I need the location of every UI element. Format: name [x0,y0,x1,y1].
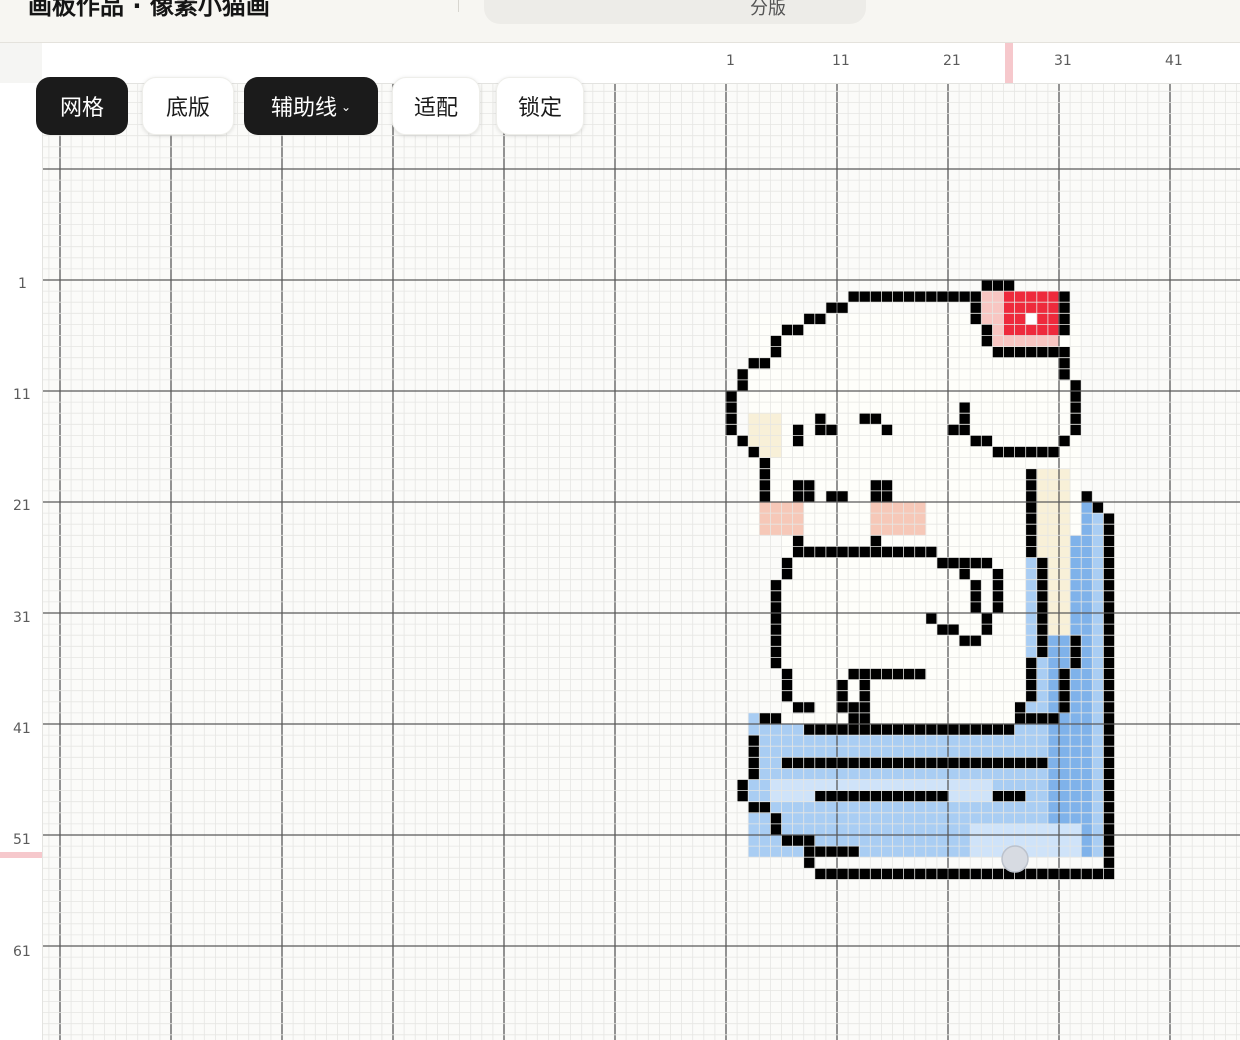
ruler-top-tick: 1 [726,53,735,69]
outline [936,557,993,569]
outline [981,280,1015,292]
ruler-left-tick: 21 [13,498,31,514]
outline [1059,346,1071,381]
outline [992,790,1026,802]
guides-label: 辅助线 [270,96,337,121]
ruler-left-tick: 31 [13,610,31,626]
outline [781,835,816,847]
outline [1070,379,1082,436]
ruler-top-tick: 31 [1054,53,1072,69]
outline [1081,490,1093,503]
mouth [870,535,882,547]
top-bar: 画板作品 · 像素小猫画 分版 [0,0,1240,43]
ruler-left-tick: 1 [18,276,27,292]
base-layer-label: 底版 [165,96,210,121]
grid-toggle-label: 网格 [59,96,104,121]
ruler-left-tick: 41 [13,721,31,737]
outline [925,613,938,625]
ruler-left: 1 11 21 31 41 51 61 [0,83,43,1040]
ruler-top-tick: 11 [832,53,850,69]
outline [970,291,982,303]
eyebrow [881,424,893,436]
ruler-top-tick: 21 [943,53,961,69]
guides-dropdown-button[interactable]: 辅助线 ⌄ [244,77,378,135]
pixel-canvas-svg[interactable] [43,84,1240,1040]
outline [837,679,849,714]
ruler-left-tick: 61 [13,944,31,960]
outline [781,668,793,703]
outline [1070,635,1082,669]
lock-button[interactable]: 锁定 [496,77,584,135]
ruler-corner [0,43,43,84]
outline [970,579,982,614]
ruler-left-tick: 11 [13,387,31,403]
outline [1059,435,1071,447]
eyebrow [814,413,827,425]
ruler-cursor-marker [1005,43,1013,83]
chevron-down-icon: ⌄ [340,100,352,114]
outline [959,568,971,580]
outline [1036,557,1049,658]
app-title: 画板作品 · 像素小猫画 [28,0,270,20]
heart-highlight [1025,313,1038,325]
grid-toggle-button[interactable]: 网格 [36,77,128,135]
view-segmented-control[interactable]: 分版 [484,0,866,24]
base-layer-button[interactable]: 底版 [142,77,234,135]
lock-label: 锁定 [517,96,562,121]
title-separator [458,0,459,12]
outline [803,724,1015,736]
ruler-left-tick: 51 [13,832,31,848]
outline [803,846,860,858]
fit-label: 适配 [413,96,458,121]
pixel-canvas[interactable] [43,84,1240,1040]
outline [1092,502,1104,514]
ruler-top-tick: 41 [1165,53,1183,69]
outline [737,435,749,447]
fit-button[interactable]: 适配 [392,77,480,135]
blush [870,502,927,536]
drag-handle[interactable] [1001,845,1029,873]
view-option-label[interactable]: 分版 [750,0,786,20]
ruler-cursor-marker [0,852,42,858]
outline [748,446,760,458]
